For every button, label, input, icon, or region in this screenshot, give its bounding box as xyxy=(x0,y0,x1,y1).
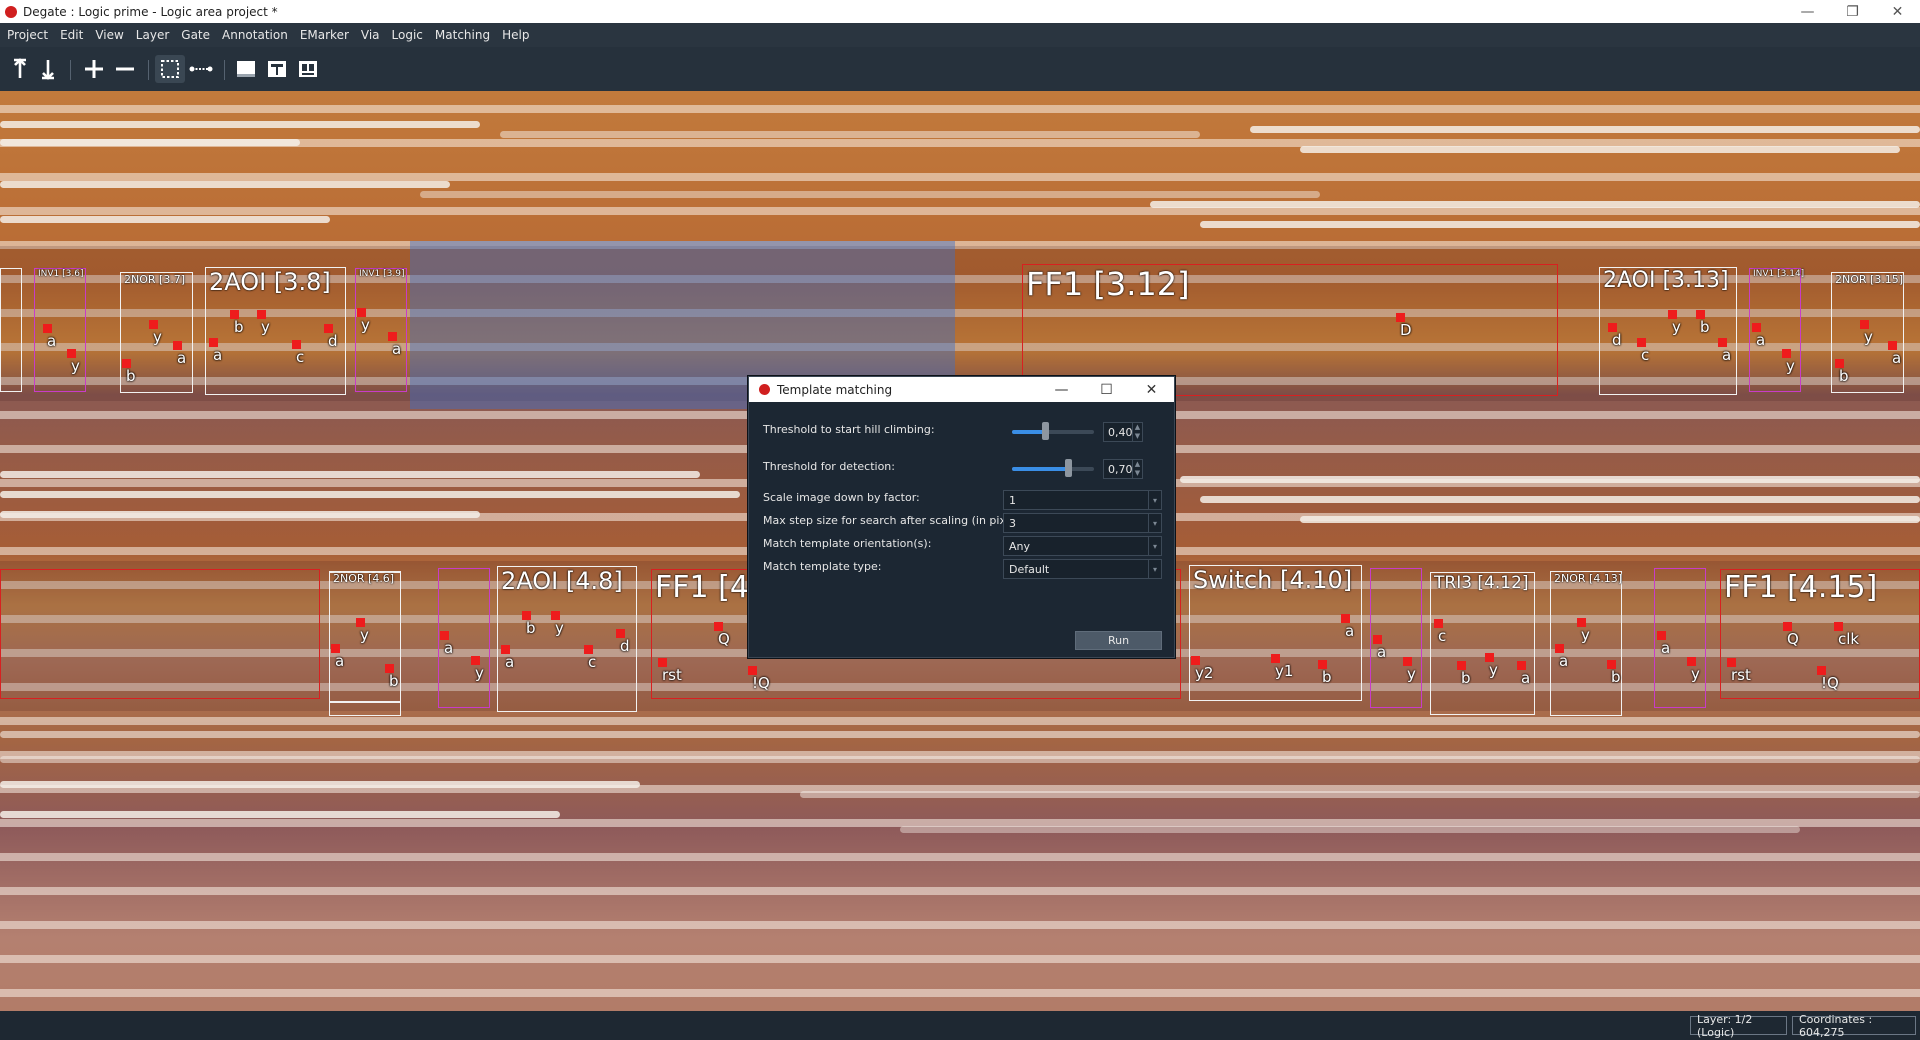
template-type-value: Default xyxy=(1009,562,1050,576)
scale-factor-spinbox[interactable]: 1 ▾ xyxy=(1003,490,1162,510)
spin-arrows-icon[interactable]: ▲ ▼ xyxy=(1132,460,1142,478)
detection-threshold-value: 0,70 xyxy=(1108,462,1133,476)
degate-app-icon xyxy=(759,384,770,395)
gate-cell-inv1-4-14[interactable]: a y xyxy=(1654,568,1706,708)
gate-cell-inv1-4-11[interactable]: a y xyxy=(1370,568,1422,708)
menu-via[interactable]: Via xyxy=(354,28,385,42)
menu-layer[interactable]: Layer xyxy=(129,28,174,42)
dialog-minimize-button[interactable]: — xyxy=(1039,377,1084,402)
restore-button[interactable]: ❐ xyxy=(1830,0,1875,23)
hill-climbing-threshold-slider[interactable] xyxy=(1012,422,1094,440)
status-bar: Layer: 1/2 (Logic) Coordinates : 604,275 xyxy=(0,1011,1920,1040)
dialog-titlebar: Template matching — ☐ ✕ xyxy=(749,377,1174,402)
chevron-down-icon[interactable]: ▾ xyxy=(1148,514,1161,532)
menu-annotation[interactable]: Annotation xyxy=(215,28,293,42)
chevron-down-icon[interactable]: ▾ xyxy=(1148,491,1161,509)
detection-threshold-label: Threshold for detection: xyxy=(763,460,895,473)
detection-threshold-slider[interactable] xyxy=(1012,459,1094,477)
gate-cell-tri3-4-12[interactable]: TRI3 [4.12] c b y a xyxy=(1430,572,1535,715)
orientation-label: Match template orientation(s): xyxy=(763,537,932,550)
template-matching-dialog: Template matching — ☐ ✕ Threshold to sta… xyxy=(748,376,1175,658)
layer-status: Layer: 1/2 (Logic) xyxy=(1690,1013,1787,1039)
max-step-size-label: Max step size for search after scaling (… xyxy=(763,514,1024,527)
menu-logic[interactable]: Logic xyxy=(385,28,428,42)
menu-help[interactable]: Help xyxy=(495,28,534,42)
layer-view-icon[interactable] xyxy=(231,55,261,83)
gate-cell-2aoi-3-13[interactable]: 2AOI [3.13] d y b c a xyxy=(1599,267,1737,395)
detection-threshold-spinbox[interactable]: 0,70 ▲ ▼ xyxy=(1103,459,1143,479)
gate-cell-ff1-left[interactable] xyxy=(0,569,320,699)
gate-cell-2nor-3-7[interactable]: 2NOR [3.7] y a b xyxy=(120,272,193,393)
chevron-down-icon[interactable]: ▾ xyxy=(1148,537,1161,555)
gate-cell-inv1-3-9[interactable]: INV1 [3.9] y a xyxy=(355,268,407,392)
dialog-maximize-button[interactable]: ☐ xyxy=(1084,377,1129,402)
orientation-value: Any xyxy=(1009,539,1031,553)
run-button[interactable]: Run xyxy=(1075,631,1162,650)
menu-view[interactable]: View xyxy=(88,28,128,42)
menu-emarker[interactable]: EMarker xyxy=(293,28,354,42)
degate-app-icon xyxy=(5,5,17,18)
menu-matching[interactable]: Matching xyxy=(428,28,495,42)
window-title: Degate : Logic prime - Logic area projec… xyxy=(23,4,278,19)
minimize-button[interactable]: — xyxy=(1785,0,1830,23)
annotation-view-icon[interactable] xyxy=(293,55,323,83)
spin-arrows-icon[interactable]: ▲ ▼ xyxy=(1132,423,1142,441)
gate-cell-inv1-3-14[interactable]: INV1 [3.14] a y xyxy=(1749,268,1804,392)
dialog-title: Template matching xyxy=(777,382,893,397)
gate-cell-inv1-4-7[interactable]: a y xyxy=(438,568,490,708)
layer-down-icon[interactable] xyxy=(33,55,63,83)
gate-cell-2aoi-3-8[interactable]: 2AOI [3.8] b y a c d xyxy=(205,267,346,395)
coordinates-status: Coordinates : 604,275 xyxy=(1792,1013,1916,1039)
wire-tool-icon[interactable] xyxy=(186,55,216,83)
dialog-close-button[interactable]: ✕ xyxy=(1129,377,1174,402)
hill-climbing-threshold-spinbox[interactable]: 0,40 ▲ ▼ xyxy=(1103,422,1143,442)
area-selection-icon[interactable] xyxy=(155,55,185,83)
menu-bar: Project Edit View Layer Gate Annotation … xyxy=(0,23,1920,47)
gate-cell-inv1-3-6[interactable]: INV1 [3.6] a y xyxy=(34,268,86,392)
close-button[interactable]: ✕ xyxy=(1875,0,1920,23)
chevron-down-icon[interactable]: ▾ xyxy=(1148,560,1161,578)
gate-cell[interactable] xyxy=(0,268,22,392)
gate-cell-2nor-4-6[interactable]: 2NOR [4.6] y a b xyxy=(329,571,401,716)
zoom-out-icon[interactable] xyxy=(110,55,140,83)
detect-slider-handle[interactable] xyxy=(1065,459,1072,477)
hill-climbing-threshold-value: 0,40 xyxy=(1108,425,1133,439)
max-step-size-spinbox[interactable]: 3 ▾ xyxy=(1003,513,1162,533)
detect-slider-fill xyxy=(1012,467,1068,471)
hill-slider-fill xyxy=(1012,430,1045,434)
gate-cell-2nor-3-15[interactable]: 2NOR [3.15] y a b xyxy=(1831,272,1904,393)
toolbar xyxy=(0,47,1920,92)
gate-cell-switch-4-10[interactable]: Switch [4.10] a y2 y1 b xyxy=(1189,565,1362,701)
max-step-size-value: 3 xyxy=(1009,516,1016,530)
hill-climbing-threshold-label: Threshold to start hill climbing: xyxy=(763,423,935,436)
scale-factor-value: 1 xyxy=(1009,493,1016,507)
gate-cell-2nor-4-13[interactable]: 2NOR [4.13] y a b xyxy=(1550,571,1622,716)
gate-template-icon[interactable] xyxy=(262,55,292,83)
hill-slider-handle[interactable] xyxy=(1042,422,1049,440)
layer-up-icon[interactable] xyxy=(5,55,35,83)
scale-factor-label: Scale image down by factor: xyxy=(763,491,920,504)
gate-cell-2aoi-4-8[interactable]: 2AOI [4.8] b y a d c xyxy=(497,566,637,712)
template-type-select[interactable]: Default ▾ xyxy=(1003,559,1162,579)
orientation-select[interactable]: Any ▾ xyxy=(1003,536,1162,556)
zoom-in-icon[interactable] xyxy=(79,55,109,83)
gate-cell-ff1-4-15[interactable]: FF1 [4.15] Q clk rst !Q xyxy=(1720,569,1920,699)
template-type-label: Match template type: xyxy=(763,560,882,573)
menu-edit[interactable]: Edit xyxy=(53,28,88,42)
menu-gate[interactable]: Gate xyxy=(174,28,215,42)
window-titlebar: Degate : Logic prime - Logic area projec… xyxy=(0,0,1920,23)
menu-project[interactable]: Project xyxy=(0,28,53,42)
